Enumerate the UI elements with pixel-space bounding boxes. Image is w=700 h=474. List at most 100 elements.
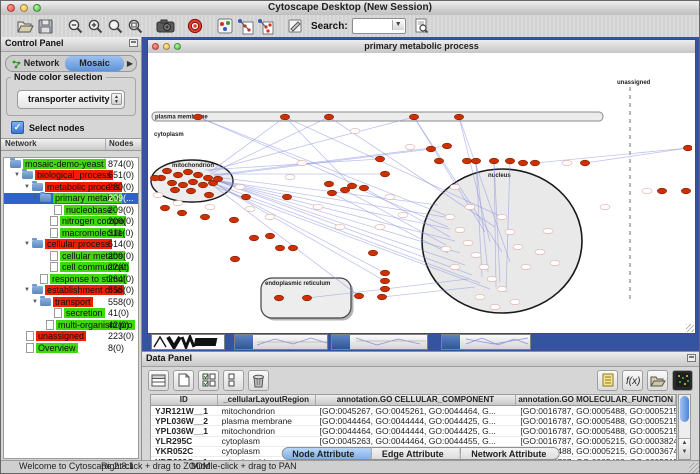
graph-node[interactable] xyxy=(245,206,255,211)
unselect-all-attributes-icon[interactable] xyxy=(223,370,244,391)
tree-row[interactable]: ▼biological_process651(0) xyxy=(4,170,138,182)
help-icon[interactable] xyxy=(185,17,205,36)
select-nodes-checkbox[interactable]: ✓ xyxy=(11,121,24,134)
tab-mosaic[interactable]: Mosaic xyxy=(65,56,124,71)
tree-row[interactable]: ▼primary metabol209(... xyxy=(4,193,138,205)
tree-expander-icon[interactable]: ▼ xyxy=(22,241,32,247)
graph-node[interactable] xyxy=(380,270,389,276)
graph-node[interactable] xyxy=(282,194,291,200)
attribute-browser-tab[interactable]: Node Attribute Browser xyxy=(281,447,372,460)
graph-node[interactable] xyxy=(153,192,163,197)
graph-node[interactable] xyxy=(186,188,195,194)
graph-node[interactable] xyxy=(177,210,186,216)
graph-node[interactable] xyxy=(204,192,213,198)
table-row[interactable]: YLR295Ccytoplasm[GO:0045263, GO:0044464,… xyxy=(151,437,676,447)
frame-resize-grip[interactable] xyxy=(686,324,694,332)
graph-node[interactable] xyxy=(681,188,690,194)
tree-expander-icon[interactable]: ▼ xyxy=(12,172,22,178)
table-column-header[interactable]: _cellularLayoutRegion xyxy=(218,395,316,405)
search-input[interactable]: ▼ xyxy=(352,18,406,34)
graph-node[interactable] xyxy=(188,179,197,185)
tree-row[interactable]: ▼metabolic process280(0) xyxy=(4,181,138,193)
graph-node[interactable] xyxy=(398,212,408,217)
graph-node[interactable] xyxy=(193,172,202,178)
graph-node[interactable] xyxy=(335,224,345,229)
graph-node[interactable] xyxy=(230,256,239,262)
graph-node[interactable] xyxy=(510,299,520,304)
tree-column-network[interactable]: Network xyxy=(5,139,37,148)
graph-node[interactable] xyxy=(167,180,176,186)
graph-node[interactable] xyxy=(454,114,463,120)
select-all-attributes-icon[interactable] xyxy=(198,370,219,391)
graph-node[interactable] xyxy=(241,194,250,200)
tree-row[interactable]: cell communicat22(0) xyxy=(4,262,138,274)
minimized-frame-3[interactable] xyxy=(441,334,531,350)
delete-attribute-icon[interactable] xyxy=(248,370,269,391)
graph-node[interactable] xyxy=(173,172,182,178)
graph-node[interactable] xyxy=(562,160,572,165)
tree-row[interactable]: ▼cellular process614(0) xyxy=(4,239,138,251)
attribute-matrix-icon[interactable] xyxy=(672,370,693,391)
graph-node[interactable] xyxy=(441,246,451,251)
tree-expander-icon[interactable]: ▼ xyxy=(22,184,32,190)
graph-node[interactable] xyxy=(462,158,471,164)
tree-row[interactable]: unassigned223(0) xyxy=(4,331,138,343)
annotation-icon[interactable] xyxy=(285,17,305,36)
tree-row[interactable]: nucleobase-209(0) xyxy=(4,204,138,216)
graph-node[interactable] xyxy=(280,114,289,120)
graph-node[interactable] xyxy=(513,244,523,249)
graph-node[interactable] xyxy=(249,235,258,241)
float-data-panel-icon[interactable] xyxy=(687,354,696,362)
graph-node[interactable] xyxy=(445,214,455,219)
tab-network[interactable]: Network xyxy=(6,56,65,71)
graph-node[interactable] xyxy=(409,114,418,120)
graph-node[interactable] xyxy=(359,185,368,191)
graph-node[interactable] xyxy=(200,214,209,220)
minimized-frame-2[interactable] xyxy=(331,334,428,350)
create-new-attribute-icon[interactable] xyxy=(173,370,194,391)
graph-node[interactable] xyxy=(535,249,545,254)
graph-node[interactable] xyxy=(479,264,489,269)
graph-node[interactable] xyxy=(313,204,323,209)
graph-node[interactable] xyxy=(324,181,333,187)
zoom-selected-region-icon[interactable] xyxy=(105,17,125,36)
tab-overflow-arrow-icon[interactable]: ▶ xyxy=(124,59,136,68)
table-column-header[interactable]: ID xyxy=(151,395,218,405)
tree-column-nodes[interactable]: Nodes xyxy=(105,139,133,150)
scrollbar-arrows[interactable]: ▲▼ xyxy=(679,438,690,459)
search-dropdown-arrow-icon[interactable]: ▼ xyxy=(392,20,404,30)
background-frame-logo[interactable] xyxy=(151,334,225,350)
node-color-attribute-select[interactable]: transporter activity ▲▼ xyxy=(17,90,125,109)
graph-node[interactable] xyxy=(160,205,169,211)
graph-node[interactable] xyxy=(380,278,389,284)
graph-node[interactable] xyxy=(205,204,215,209)
table-row[interactable]: YPL036W__2plasma membrane[GO:0044464, GO… xyxy=(151,416,676,426)
graph-node[interactable] xyxy=(380,171,389,177)
graph-node[interactable] xyxy=(235,184,245,189)
enhanced-search-icon[interactable] xyxy=(412,17,432,36)
graph-node[interactable] xyxy=(434,158,443,164)
graph-node[interactable] xyxy=(265,233,274,239)
tree-row[interactable]: nitrogen compo209(0) xyxy=(4,216,138,228)
graph-node[interactable] xyxy=(657,188,666,194)
graph-node[interactable] xyxy=(302,295,311,301)
graph-node[interactable] xyxy=(375,156,384,162)
network-snapshot-icon[interactable] xyxy=(155,17,175,36)
graph-node[interactable] xyxy=(487,276,497,281)
tree-row[interactable]: mosaic-demo-yeast874(0) xyxy=(4,158,138,170)
graph-node[interactable] xyxy=(203,175,212,181)
vizmapper-icon[interactable] xyxy=(215,17,235,36)
graph-node[interactable] xyxy=(229,217,238,223)
select-attributes-icon[interactable] xyxy=(148,370,169,391)
graph-node[interactable] xyxy=(275,245,284,251)
graph-node[interactable] xyxy=(497,214,507,219)
tree-row[interactable]: macromolecule311(0) xyxy=(4,227,138,239)
tree-row[interactable]: Overview8(0) xyxy=(4,342,138,354)
graph-node[interactable] xyxy=(455,227,465,232)
graph-node[interactable] xyxy=(450,264,460,269)
graph-node[interactable] xyxy=(297,160,307,165)
graph-node[interactable] xyxy=(354,293,363,299)
import-attributes-icon[interactable] xyxy=(647,370,668,391)
table-column-header[interactable]: annotation.GO MOLECULAR_FUNCTION xyxy=(516,395,676,405)
tree-row[interactable]: multi-organism pro42(0) xyxy=(4,319,138,331)
